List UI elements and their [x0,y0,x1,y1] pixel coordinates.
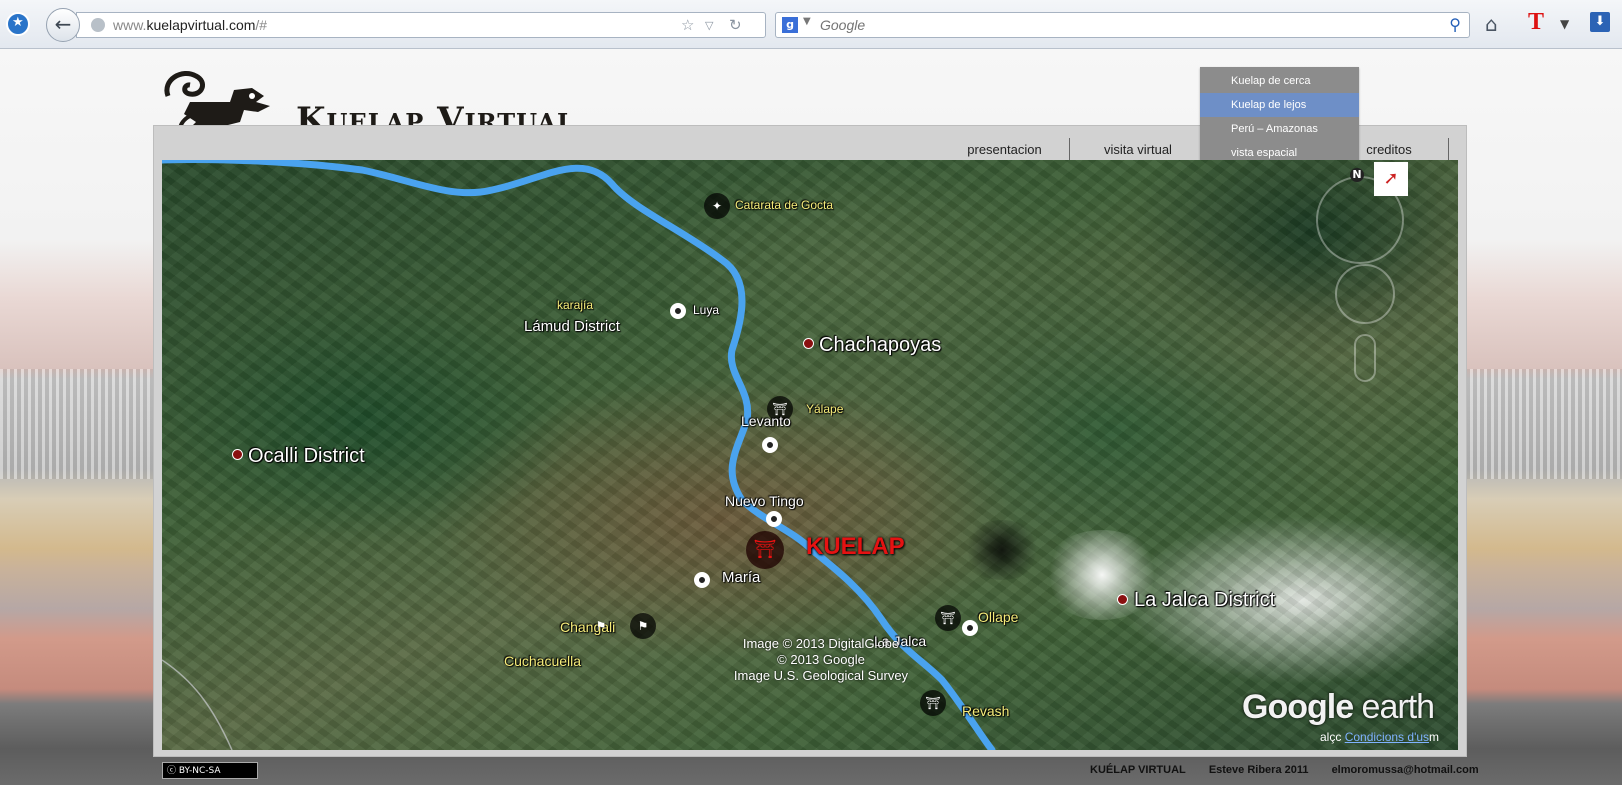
label-cuchacuella[interactable]: Cuchacuella [504,653,581,669]
district-marker-icon[interactable] [803,338,814,349]
label-luya[interactable]: Luya [693,303,719,317]
attribution-line: Image U.S. Geological Survey [733,668,909,683]
history-dropdown-icon[interactable]: ▽ [705,19,713,32]
label-yalape[interactable]: Yálape [806,402,843,416]
downloads-icon[interactable]: ⬇ [1590,12,1610,32]
navigation-toggle-icon[interactable]: ➚ [1374,162,1408,196]
town-marker-icon[interactable] [762,437,778,453]
submenu-item-kuelap-de-cerca[interactable]: Kuelap de cerca [1200,69,1359,93]
search-engine-dropdown-icon[interactable]: ▼ [803,16,811,27]
label-revash[interactable]: Revash [962,703,1009,719]
label-chachapoyas[interactable]: Chachapoyas [819,334,941,357]
nav-item-presentacion[interactable]: presentacion [940,138,1070,160]
footer-author: Esteve Ribera 2011 [1208,764,1309,776]
footer-email[interactable]: elmoromussa@hotmail.com [1332,764,1479,776]
home-icon[interactable]: ⌂ [1485,12,1498,36]
address-bar[interactable]: www.kuelapvirtual.com/# ☆ ▽ ↻ [76,12,766,38]
town-marker-icon[interactable] [962,620,978,636]
label-ollape[interactable]: Ollape [978,609,1018,625]
google-earth-logo: Google earth [1242,688,1435,726]
footer-site: KUÉLAP VIRTUAL [1090,764,1186,776]
attribution-line: Image © 2013 DigitalGlobe [742,636,900,651]
google-earth-map[interactable]: ✦ Catarata de Gocta karajía Luya Lámud D… [162,160,1458,750]
compass-icon[interactable]: N [1350,168,1364,182]
label-la-jalca-district[interactable]: La Jalca District [1134,589,1275,612]
label-kuelap[interactable]: KUELAP [806,533,905,561]
attribution-line: © 2013 Google [777,652,865,667]
back-button[interactable]: ← [46,8,80,42]
bookmark-star-icon[interactable]: ☆ [681,16,694,34]
town-marker-icon[interactable] [694,572,710,588]
label-ocalli-district[interactable]: Ocalli District [248,445,365,468]
search-go-icon[interactable]: ⚲ [1449,15,1461,34]
label-levanto[interactable]: Levanto [741,413,791,429]
label-karajia[interactable]: karajía [557,298,593,312]
submenu-dropdown: Kuelap de cerca Kuelap de lejos Perú – A… [1200,67,1359,167]
ruin-icon[interactable]: ⛩ [935,605,961,631]
url-text[interactable]: www.kuelapvirtual.com/# [113,17,267,33]
translate-addon-icon[interactable]: T [1528,9,1544,36]
browser-toolbar: www.kuelapvirtual.com/# ☆ ▽ ↻ ← g ▼ ⚲ ⌂ … [0,0,1622,49]
creative-commons-badge[interactable]: ⓒ BY-NC-SA [162,762,258,779]
nav-item-visita-virtual[interactable]: visita virtual [1070,138,1207,160]
label-nuevo-tingo[interactable]: Nuevo Tingo [725,493,804,509]
imagery-attribution: Image © 2013 DigitalGlobe © 2013 Google … [686,636,956,684]
waterfall-icon[interactable]: ✦ [704,193,730,219]
road-path [162,659,233,750]
district-marker-icon[interactable] [1117,594,1128,605]
label-lamud-district[interactable]: Lámud District [524,318,620,335]
app-menu-icon[interactable] [6,12,30,36]
terms-link[interactable]: Condicions d'us [1345,730,1429,744]
submenu-item-kuelap-de-lejos[interactable]: Kuelap de lejos [1200,93,1359,117]
district-marker-icon[interactable] [232,449,243,460]
footer-credits: KUÉLAP VIRTUAL Esteve Ribera 2011 elmoro… [1090,764,1499,776]
site-identity-icon[interactable] [91,18,105,32]
ruin-icon[interactable]: ⛩ [920,690,946,716]
label-maria[interactable]: María [722,569,760,586]
zoom-slider[interactable] [1354,334,1376,382]
dark-peak [962,520,1042,580]
hiker-icon[interactable]: ⚑ [588,613,614,639]
search-input[interactable] [818,16,1422,34]
addon-dropdown-icon[interactable]: ▼ [1560,17,1569,31]
kuelap-fortress-icon[interactable]: ⛩ [746,531,784,569]
submenu-item-peru-amazonas[interactable]: Perú – Amazonas [1200,117,1359,141]
search-bar[interactable]: g ▼ ⚲ [775,12,1470,38]
label-catarata-de-gocta[interactable]: Catarata de Gocta [735,198,833,212]
reload-icon[interactable]: ↻ [729,16,742,34]
search-engine-icon[interactable]: g [782,17,798,33]
hiker-icon[interactable]: ⚑ [630,613,656,639]
terms-of-use: alçc Condicions d'usm [1320,730,1440,744]
town-marker-icon[interactable] [670,303,686,319]
town-marker-icon[interactable] [766,511,782,527]
pan-control[interactable] [1335,264,1395,324]
